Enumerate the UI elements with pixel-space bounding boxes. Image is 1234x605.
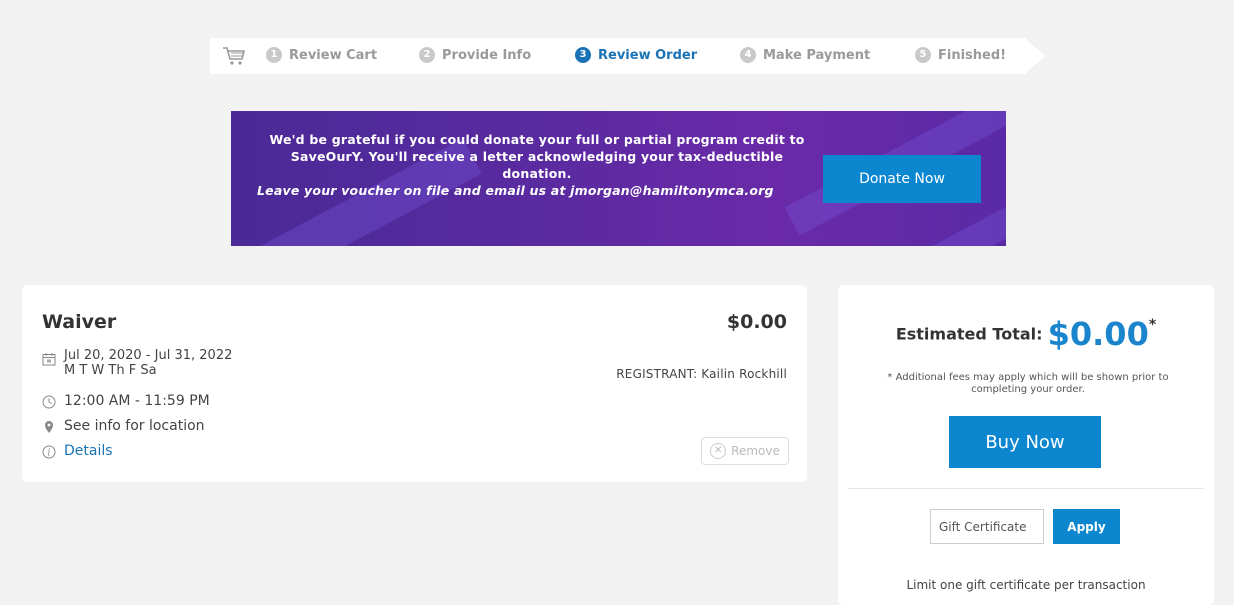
estimated-total-value: $0.00: [1047, 315, 1149, 353]
remove-button[interactable]: ✕ Remove: [701, 437, 789, 465]
apply-button[interactable]: Apply: [1053, 509, 1120, 544]
gift-certificate-limit-note: Limit one gift certificate per transacti…: [906, 578, 1146, 592]
item-details: i Details: [42, 443, 113, 459]
step-number: 1: [266, 47, 282, 63]
item-time: 12:00 AM - 11:59 PM: [42, 393, 210, 409]
clock-icon: [42, 395, 56, 409]
divider: [848, 488, 1204, 489]
item-location: See info for location: [42, 418, 205, 434]
time-range: 12:00 AM - 11:59 PM: [64, 393, 210, 409]
step-label: Review Order: [598, 47, 698, 63]
checkout-progress: 1 Review Cart 2 Provide Info 3 Review Or…: [210, 38, 1045, 74]
date-range: Jul 20, 2020 - Jul 31, 2022: [64, 348, 233, 363]
step-number: 4: [740, 47, 756, 63]
remove-label: Remove: [731, 444, 780, 458]
info-icon: i: [42, 445, 56, 459]
step-label: Make Payment: [763, 47, 871, 63]
order-summary: Estimated Total: $0.00* * Additional fee…: [838, 285, 1214, 605]
gift-certificate-input[interactable]: [930, 509, 1044, 544]
day-list: M T W Th F Sa: [64, 363, 157, 378]
buy-now-button[interactable]: Buy Now: [949, 416, 1101, 468]
item-dates: Jul 20, 2020 - Jul 31, 2022 M T W Th F S…: [42, 348, 232, 378]
item-title: Waiver: [42, 311, 117, 333]
location-text: See info for location: [64, 418, 205, 434]
additional-fees-note: * Additional fees may apply which will b…: [887, 372, 1169, 395]
step-review-cart: 1 Review Cart: [266, 47, 377, 63]
cart-item-card: Waiver $0.00 Jul 20, 2020 - Jul 31, 2022…: [22, 285, 807, 482]
step-finished: 5 Finished!: [915, 47, 1006, 63]
step-review-order: 3 Review Order: [575, 47, 697, 63]
estimated-total-label: Estimated Total:: [895, 324, 1043, 344]
map-pin-icon: [45, 421, 53, 433]
asterisk: *: [1148, 317, 1157, 333]
donate-now-button[interactable]: Donate Now: [823, 155, 981, 203]
close-icon: ✕: [710, 443, 727, 459]
step-make-payment: 4 Make Payment: [740, 47, 870, 63]
donation-request-text: We'd be grateful if you could donate you…: [269, 132, 805, 181]
calendar-icon: [42, 353, 56, 366]
step-label: Review Cart: [289, 47, 378, 63]
step-label: Finished!: [938, 47, 1007, 63]
voucher-instruction-text: Leave your voucher on file and email us …: [257, 183, 774, 198]
estimated-total: Estimated Total: $0.00*: [838, 315, 1214, 353]
step-label: Provide Info: [442, 47, 532, 63]
donation-banner: We'd be grateful if you could donate you…: [231, 111, 1006, 246]
item-price: $0.00: [726, 311, 787, 333]
step-provide-info: 2 Provide Info: [419, 47, 531, 63]
step-number: 5: [915, 47, 931, 63]
details-link[interactable]: Details: [64, 443, 113, 459]
step-number: 3: [575, 47, 591, 63]
registrant-info: REGISTRANT: Kailin Rockhill: [616, 367, 787, 381]
step-number: 2: [419, 47, 435, 63]
cart-icon: [223, 47, 246, 65]
donation-message: We'd be grateful if you could donate you…: [257, 131, 817, 199]
svg-text:i: i: [48, 449, 51, 459]
